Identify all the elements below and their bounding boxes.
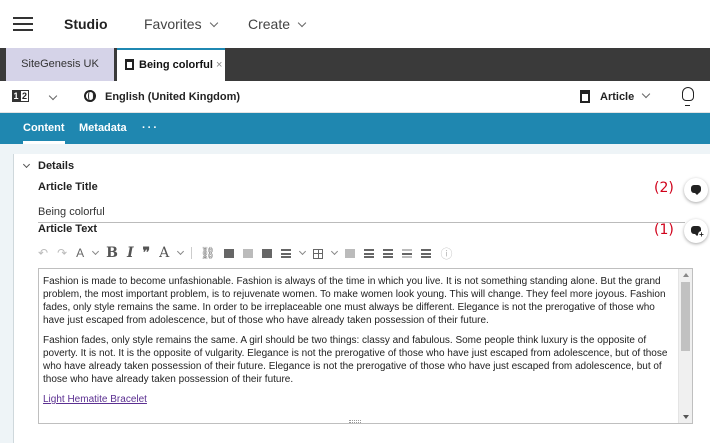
details-label: Details xyxy=(38,160,75,172)
undo-icon[interactable]: ↶ xyxy=(38,246,48,260)
scrollbar-thumb[interactable] xyxy=(681,282,690,351)
article-text-label: Article Text xyxy=(38,223,98,235)
favorites-label: Favorites xyxy=(144,16,202,32)
tab-being-colorful[interactable]: Being colorful × xyxy=(117,48,225,81)
chevron-down-icon xyxy=(297,18,307,28)
italic-icon[interactable]: I xyxy=(127,245,134,261)
article-doc-icon xyxy=(580,90,590,103)
product-link[interactable]: Light Hematite Bracelet xyxy=(43,394,147,405)
article-doc-icon xyxy=(125,59,134,70)
studio-brand[interactable]: Studio xyxy=(64,16,108,32)
chevron-down-icon xyxy=(209,18,218,28)
chevron-down-icon[interactable] xyxy=(331,247,339,255)
doc-type-label: Article xyxy=(600,91,635,103)
text-marker: (1) xyxy=(654,222,674,238)
details-section-toggle[interactable]: Details xyxy=(22,160,75,172)
chevron-down-icon xyxy=(642,89,651,99)
info-icon[interactable]: ⓘ xyxy=(440,245,452,262)
chevron-down-icon[interactable] xyxy=(177,247,185,255)
indent-icon[interactable] xyxy=(421,246,432,260)
article-text-content[interactable]: Fashion is made to become unfashionable.… xyxy=(43,275,676,413)
resize-handle[interactable] xyxy=(349,420,361,423)
details-panel: Details Article Title Being colorful (2)… xyxy=(13,154,710,443)
content-area: Details Article Title Being colorful (2)… xyxy=(0,144,710,443)
chevron-down-icon[interactable] xyxy=(299,247,307,255)
top-navigation: Studio Favorites Create xyxy=(0,0,710,48)
tab-metadata[interactable]: Metadata xyxy=(79,113,127,144)
page-1-indicator: 1 xyxy=(12,90,20,102)
more-tabs-button[interactable]: ··· xyxy=(142,113,159,144)
globe-icon xyxy=(84,90,96,102)
paste-icon[interactable] xyxy=(345,246,356,260)
title-marker: (2) xyxy=(654,180,674,196)
article-paragraph: Fashion fades, only style remains the sa… xyxy=(43,335,668,385)
toolbar-divider xyxy=(191,247,193,259)
chevron-down-icon[interactable] xyxy=(92,247,100,255)
text-color-icon[interactable]: A xyxy=(159,245,169,261)
embed-media-icon[interactable] xyxy=(262,246,273,260)
blockquote-icon[interactable]: ❞ xyxy=(143,245,151,261)
scroll-down-icon[interactable] xyxy=(683,415,689,419)
bold-icon[interactable]: B xyxy=(106,245,118,261)
align-icon[interactable] xyxy=(281,246,292,260)
tab-content[interactable]: Content xyxy=(23,113,65,144)
table-icon[interactable] xyxy=(313,246,324,260)
scroll-up-icon[interactable] xyxy=(683,273,689,277)
font-size-icon[interactable]: A xyxy=(76,246,84,260)
plus-icon: + xyxy=(698,230,705,239)
article-title-label: Article Title xyxy=(38,181,98,193)
numbered-list-icon[interactable] xyxy=(364,246,375,260)
doc-type-selector[interactable]: Article xyxy=(580,89,651,103)
document-tab-strip: SiteGenesis UK Being colorful × xyxy=(0,48,710,81)
page-selector[interactable]: 12 xyxy=(12,90,29,102)
outdent-icon[interactable] xyxy=(402,246,413,260)
hamburger-menu-icon[interactable] xyxy=(13,17,33,31)
lightbulb-icon[interactable] xyxy=(682,87,694,106)
bulleted-list-icon[interactable] xyxy=(383,246,394,260)
page-2-indicator: 2 xyxy=(20,90,29,102)
document-toolbar: 12 English (United Kingdom) Article xyxy=(0,81,710,113)
tab-sitegenesis-uk[interactable]: SiteGenesis UK xyxy=(6,48,114,81)
tab-label: Being colorful xyxy=(139,59,213,71)
rich-text-toolbar: ↶ ↷ A B I ❞ A ⛓ ⓘ xyxy=(38,244,698,262)
close-tab-icon[interactable]: × xyxy=(216,59,222,71)
chevron-down-icon[interactable] xyxy=(48,91,58,101)
article-text-editor[interactable]: Fashion is made to become unfashionable.… xyxy=(38,268,693,424)
editor-scrollbar[interactable] xyxy=(678,269,692,423)
add-comment-button[interactable]: + xyxy=(684,219,708,243)
remove-link-icon[interactable] xyxy=(243,246,254,260)
content-tab-bar: Content Metadata ··· xyxy=(0,113,710,144)
create-menu[interactable]: Create xyxy=(248,16,307,32)
comment-icon xyxy=(691,185,701,195)
article-title-field[interactable]: Being colorful xyxy=(38,206,685,223)
favorites-menu[interactable]: Favorites xyxy=(144,16,218,32)
comment-button[interactable] xyxy=(684,178,708,202)
article-paragraph: Fashion is made to become unfashionable.… xyxy=(43,276,666,326)
locale-selector[interactable]: English (United Kingdom) xyxy=(105,91,240,103)
redo-icon[interactable]: ↷ xyxy=(57,246,67,260)
insert-image-icon[interactable] xyxy=(224,246,235,260)
create-label: Create xyxy=(248,16,291,32)
link-icon[interactable]: ⛓ xyxy=(200,246,215,260)
chevron-down-icon xyxy=(22,160,31,169)
